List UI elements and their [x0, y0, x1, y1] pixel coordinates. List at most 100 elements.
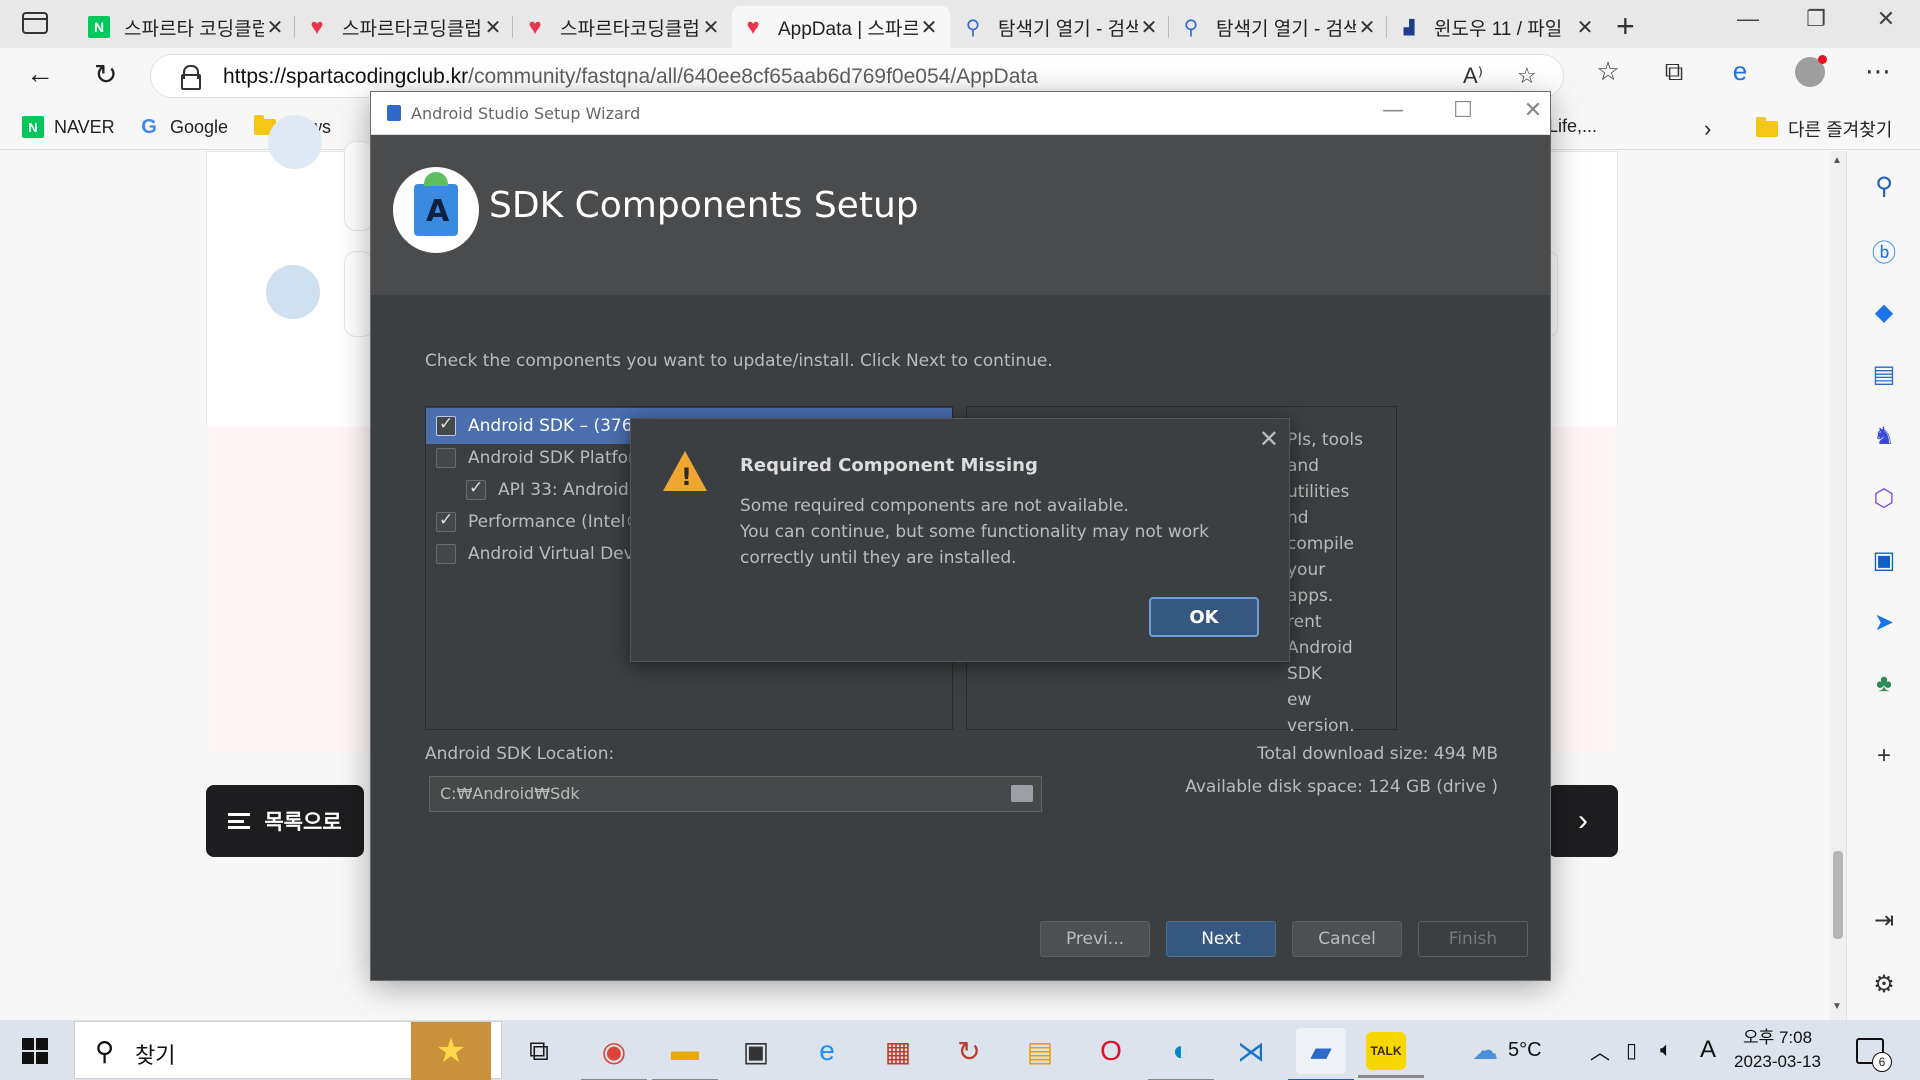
tab-close-icon[interactable]: ✕: [918, 15, 940, 40]
folder-browse-icon[interactable]: [1011, 785, 1033, 802]
chevron-up-icon[interactable]: ︿: [1590, 1020, 1610, 1080]
favorite-naver[interactable]: N NAVER: [22, 116, 115, 138]
close-icon[interactable]: ✕: [1513, 98, 1553, 123]
speaker-icon[interactable]: 🔈︎: [1660, 1020, 1672, 1080]
refresh-icon[interactable]: ↻: [94, 58, 117, 91]
add-icon[interactable]: +: [1869, 741, 1899, 771]
scroll-up-icon[interactable]: ▲: [1832, 155, 1842, 166]
tab-actions-icon[interactable]: [22, 12, 48, 34]
ok-button[interactable]: OK: [1149, 597, 1259, 637]
minimize-icon[interactable]: —: [1718, 6, 1778, 32]
kakaotalk-icon[interactable]: TALK: [1358, 1032, 1424, 1078]
minimize-icon[interactable]: —: [1373, 98, 1413, 123]
tab-close-icon[interactable]: ✕: [264, 15, 286, 40]
edge-icon[interactable]: ◐: [1148, 1028, 1214, 1080]
ime-indicator[interactable]: A: [1700, 1020, 1716, 1080]
checkbox[interactable]: [436, 510, 456, 532]
browser-tab[interactable]: ⚲ 탐색기 열기 - 검색 ✕: [1170, 6, 1388, 48]
tab-title: AppData | 스파르타: [778, 18, 918, 40]
internet-explorer-icon[interactable]: e: [802, 1028, 852, 1074]
file-explorer-icon[interactable]: ▬: [652, 1028, 718, 1080]
search-icon[interactable]: ⚲: [1869, 171, 1899, 201]
restore-icon[interactable]: ❐: [1786, 6, 1846, 32]
windows-start-icon[interactable]: [22, 1038, 48, 1064]
office-icon[interactable]: ⬡: [1869, 483, 1899, 513]
scroll-down-icon[interactable]: ▼: [1832, 1001, 1842, 1012]
send-icon[interactable]: ➤: [1869, 607, 1899, 637]
profile-avatar[interactable]: [1795, 55, 1827, 87]
device-icon[interactable]: ▯: [1626, 1020, 1637, 1080]
edge-ie-icon[interactable]: e: [1720, 56, 1760, 87]
checkbox[interactable]: [466, 478, 486, 500]
games-icon[interactable]: ♞: [1869, 421, 1899, 451]
favorite-google[interactable]: G Google: [138, 116, 228, 138]
new-tab-button[interactable]: +: [1616, 8, 1635, 45]
other-favorites[interactable]: 다른 즐겨찾기: [1756, 116, 1892, 142]
tree-icon[interactable]: ♣: [1869, 669, 1899, 699]
task-view-icon[interactable]: ⧉: [514, 1028, 564, 1074]
tab-close-icon[interactable]: ✕: [482, 15, 504, 40]
checkbox[interactable]: [436, 448, 456, 468]
browser-tab[interactable]: ⚲ 탐색기 열기 - 검색 ✕: [952, 6, 1170, 48]
collections-icon[interactable]: ⧉: [1654, 56, 1694, 88]
page-scrollbar[interactable]: ▲ ▼: [1830, 151, 1846, 1020]
scrollbar-thumb[interactable]: [1833, 851, 1843, 939]
store-icon[interactable]: ▣: [731, 1028, 781, 1074]
close-icon[interactable]: ✕: [1259, 425, 1279, 453]
wizard-window-title: Android Studio Setup Wizard: [411, 104, 641, 123]
tools-icon[interactable]: ▤: [1869, 359, 1899, 389]
sparta-icon: ♥: [746, 14, 760, 39]
warning-dialog: ✕ ! Required Component Missing Some requ…: [630, 418, 1290, 662]
url-text[interactable]: https://spartacodingclub.kr/community/fa…: [223, 65, 1038, 89]
back-to-list-button[interactable]: 목록으로: [206, 785, 364, 857]
read-aloud-icon[interactable]: A⁾: [1463, 63, 1483, 89]
add-favorite-icon[interactable]: ☆: [1517, 63, 1537, 89]
wizard-titlebar[interactable]: Android Studio Setup Wizard — ☐ ✕: [371, 92, 1550, 135]
android-studio-taskbar-icon[interactable]: ▰: [1288, 1028, 1354, 1080]
checkbox[interactable]: [436, 544, 456, 564]
sdk-location-field[interactable]: C:₩Android₩Sdk: [429, 776, 1042, 812]
back-icon[interactable]: ←: [26, 58, 54, 90]
favorite-truncated[interactable]: Life,...: [1548, 116, 1597, 137]
sync-icon[interactable]: ↻: [944, 1028, 994, 1074]
windows-icon: ▟: [1403, 18, 1415, 35]
office-icon[interactable]: ▤: [1015, 1028, 1065, 1074]
cancel-button[interactable]: Cancel: [1292, 921, 1402, 957]
browser-tab[interactable]: ▟ 윈도우 11 / 파일 ✕: [1388, 6, 1606, 48]
cloud-icon: ☁: [1472, 1034, 1498, 1065]
maximize-icon[interactable]: ☐: [1443, 98, 1483, 123]
app-icon[interactable]: ▦: [873, 1028, 923, 1074]
bing-icon[interactable]: ⓑ: [1869, 235, 1899, 267]
next-button[interactable]: Next: [1166, 921, 1276, 957]
close-window-icon[interactable]: ✕: [1856, 6, 1916, 32]
browser-tab[interactable]: N 스파르타 코딩클럽 ✕: [78, 6, 296, 48]
browser-tab-active[interactable]: ♥ AppData | 스파르타 ✕: [732, 6, 950, 48]
more-icon[interactable]: ⋯: [1858, 56, 1898, 87]
lock-icon[interactable]: [181, 65, 201, 90]
weather-widget[interactable]: ☁ 5°C: [1472, 1020, 1542, 1080]
vscode-icon[interactable]: ⋊: [1226, 1028, 1276, 1074]
outlook-icon[interactable]: ▣: [1869, 545, 1899, 575]
folder-icon: [1756, 117, 1778, 140]
gear-icon[interactable]: ⚙: [1869, 969, 1899, 999]
taskbar-search[interactable]: ⚲ 찾기 ★: [74, 1021, 502, 1080]
sidebar-collapse-icon[interactable]: ⇥: [1869, 905, 1899, 935]
shopping-tag-icon[interactable]: ◆: [1869, 297, 1899, 327]
clock[interactable]: 오후 7:08 2023-03-13: [1734, 1026, 1821, 1074]
search-icon: ⚲: [965, 16, 981, 39]
tab-close-icon[interactable]: ✕: [1356, 15, 1378, 40]
search-highlight-icon[interactable]: ★: [411, 1022, 491, 1080]
chrome-icon[interactable]: ◉: [581, 1028, 647, 1080]
tab-close-icon[interactable]: ✕: [700, 15, 722, 40]
tab-close-icon[interactable]: ✕: [1138, 15, 1160, 40]
opera-icon[interactable]: O: [1086, 1028, 1136, 1074]
tab-close-icon[interactable]: ✕: [1574, 15, 1596, 40]
chevron-right-icon[interactable]: ›: [1704, 116, 1711, 142]
next-post-button[interactable]: ›: [1548, 785, 1618, 857]
previous-button[interactable]: Previ...: [1040, 921, 1150, 957]
notification-icon[interactable]: 6: [1856, 1038, 1892, 1072]
browser-tab[interactable]: ♥ 스파르타코딩클럽 ✕: [514, 6, 732, 48]
checkbox[interactable]: [436, 414, 456, 436]
favorites-icon[interactable]: ☆: [1588, 56, 1628, 87]
browser-tab[interactable]: ♥ 스파르타코딩클럽 ✕: [296, 6, 514, 48]
